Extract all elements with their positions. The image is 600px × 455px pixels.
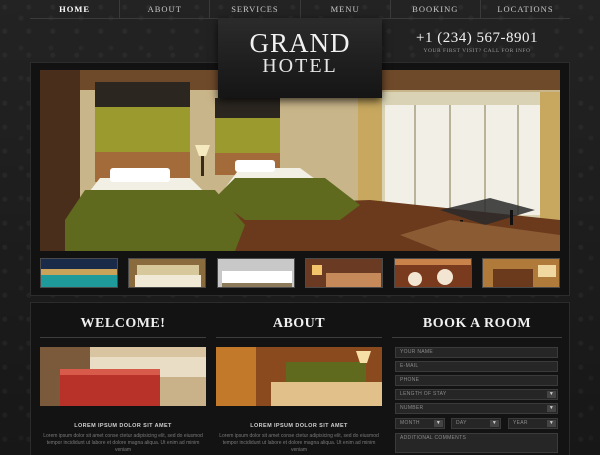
welcome-heading: LOREM IPSUM DOLOR SIT AMET: [74, 423, 172, 429]
about-room-illustration: [216, 347, 382, 406]
length-of-stay-select[interactable]: LENGTH OF STAY ▼: [395, 389, 558, 400]
chevron-down-icon: ▼: [434, 420, 443, 427]
year-label: YEAR: [513, 420, 528, 426]
suite-thumbnail: [482, 259, 559, 287]
hotel-logo[interactable]: GRAND HOTEL: [218, 18, 382, 98]
email-field[interactable]: E-MAIL: [395, 361, 558, 372]
nav-home[interactable]: HOME: [30, 0, 121, 18]
main-nav: HOME ABOUT SERVICES MENU BOOKING LOCATIO…: [30, 0, 570, 18]
thumbnail-strip: [40, 258, 560, 288]
lobby-illustration: [40, 347, 206, 406]
about-title: ABOUT: [272, 316, 326, 331]
logo-subtitle: HOTEL: [262, 55, 338, 77]
chevron-down-icon: ▼: [547, 420, 556, 427]
welcome-divider: [40, 337, 206, 338]
chevron-down-icon: ▼: [547, 405, 556, 412]
chevron-down-icon: ▼: [490, 420, 499, 427]
about-image: [216, 347, 382, 406]
restaurant-thumbnail: [394, 259, 471, 287]
about-divider: [216, 337, 382, 338]
about-text: Lorem ipsum dolor sit amet conse ctetur …: [219, 433, 379, 453]
warm-room-thumbnail: [306, 259, 383, 287]
welcome-title: WELCOME!: [80, 316, 166, 331]
comments-textarea[interactable]: ADDITIONAL COMMENTS: [395, 433, 558, 453]
day-select[interactable]: DAY ▼: [451, 418, 501, 429]
nav-services[interactable]: SERVICES: [210, 0, 301, 18]
length-of-stay-label: LENGTH OF STAY: [400, 391, 447, 397]
thumbnail-restaurant[interactable]: [393, 258, 472, 288]
logo-title: GRAND: [249, 28, 351, 58]
thumbnail-white-room[interactable]: [216, 258, 295, 288]
book-title: BOOK A ROOM: [422, 316, 532, 331]
thumbnail-warm-room[interactable]: [305, 258, 384, 288]
about-heading: LOREM IPSUM DOLOR SIT AMET: [250, 423, 348, 429]
thumbnail-pool-night[interactable]: [40, 258, 118, 288]
month-label: MONTH: [400, 420, 420, 426]
number-select[interactable]: NUMBER ▼: [395, 403, 558, 414]
nav-locations[interactable]: LOCATIONS: [481, 0, 570, 18]
number-label: NUMBER: [400, 405, 424, 411]
chevron-down-icon: ▼: [547, 391, 556, 398]
thumbnail-bedroom[interactable]: [128, 258, 207, 288]
phone-contact: +1 (234) 567-8901 YOUR FIRST VISIT? CALL…: [392, 30, 562, 54]
nav-menu[interactable]: MENU: [301, 0, 391, 18]
year-select[interactable]: YEAR ▼: [508, 418, 558, 429]
day-label: DAY: [456, 420, 467, 426]
bedroom-thumbnail: [129, 259, 206, 287]
phone-number[interactable]: +1 (234) 567-8901: [392, 30, 562, 47]
welcome-image: [40, 347, 206, 406]
phone-subtitle: YOUR FIRST VISIT? CALL FOR INFO: [423, 48, 531, 54]
thumbnail-suite[interactable]: [481, 258, 560, 288]
book-divider: [392, 337, 562, 338]
name-field[interactable]: YOUR NAME: [395, 347, 558, 358]
white-room-thumbnail: [217, 259, 294, 287]
month-select[interactable]: MONTH ▼: [395, 418, 445, 429]
nav-about[interactable]: ABOUT: [120, 0, 211, 18]
welcome-text: Lorem ipsum dolor sit amet conse ctetur …: [43, 433, 203, 453]
phone-field[interactable]: PHONE: [395, 375, 558, 386]
nav-booking[interactable]: BOOKING: [391, 0, 481, 18]
pool-night-thumbnail: [41, 259, 117, 287]
